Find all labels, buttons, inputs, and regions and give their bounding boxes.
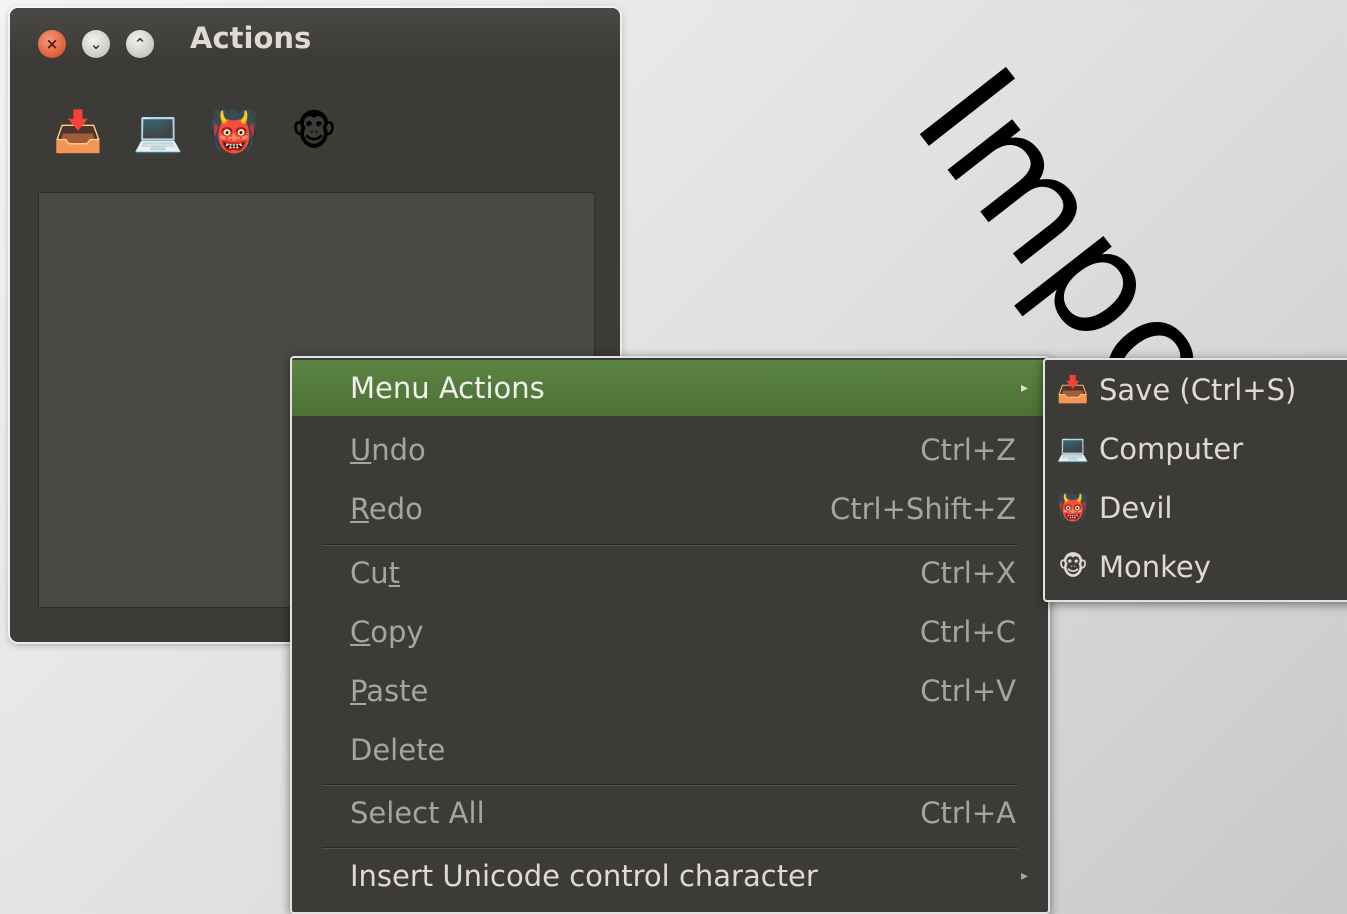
monkey-icon: 🐵	[290, 109, 338, 155]
minimize-button[interactable]: ⌄	[82, 30, 110, 58]
submenu-item-save[interactable]: 📥 Save (Ctrl+S)	[1045, 362, 1347, 418]
toolbar-computer-button[interactable]: 💻	[130, 104, 186, 160]
save-icon: 📥	[53, 109, 103, 155]
close-icon: ×	[45, 35, 59, 53]
menu-item-label: Redo	[350, 492, 423, 526]
menu-item-accelerator: Ctrl+A	[920, 796, 1016, 830]
submenu-item-label: Monkey	[1099, 550, 1211, 584]
submenu-arrow-icon: ▸	[1020, 868, 1028, 884]
menu-item-label: Undo	[350, 433, 426, 467]
submenu-item-computer[interactable]: 💻 Computer	[1045, 421, 1347, 477]
submenu-item-label: Devil	[1099, 491, 1173, 525]
submenu-item-devil[interactable]: 👹 Devil	[1045, 480, 1347, 536]
menu-item-accelerator: Ctrl+Shift+Z	[830, 492, 1016, 526]
menu-item-insert-unicode[interactable]: Insert Unicode control character ▸	[292, 848, 1048, 904]
menu-item-label: Delete	[350, 733, 446, 767]
submenu-item-label: Save (Ctrl+S)	[1099, 373, 1297, 407]
menu-actions-submenu: 📥 Save (Ctrl+S) 💻 Computer 👹 Devil 🐵 Mon…	[1043, 358, 1347, 602]
menu-item-accelerator: Ctrl+C	[919, 615, 1016, 649]
menu-item-cut[interactable]: Cut Ctrl+X	[292, 545, 1048, 601]
window-titlebar[interactable]: × ⌄ ⌃ Actions	[10, 8, 620, 66]
maximize-button[interactable]: ⌃	[126, 30, 154, 58]
toolbar-monkey-button[interactable]: 🐵	[286, 104, 342, 160]
computer-icon: 💻	[133, 109, 183, 155]
context-menu: Menu Actions ▸ Undo Ctrl+Z Redo Ctrl+Shi…	[290, 356, 1050, 914]
menu-item-delete[interactable]: Delete	[292, 722, 1048, 778]
toolbar: 📥 💻 👹 🐵	[10, 104, 620, 164]
maximize-icon: ⌃	[133, 35, 147, 53]
submenu-arrow-icon: ▸	[1020, 380, 1028, 396]
menu-item-label: Cut	[350, 556, 401, 590]
menu-item-undo[interactable]: Undo Ctrl+Z	[292, 422, 1048, 478]
close-button[interactable]: ×	[38, 30, 66, 58]
window-title: Actions	[190, 21, 312, 55]
monkey-icon: 🐵	[1057, 552, 1089, 582]
menu-item-select-all[interactable]: Select All Ctrl+A	[292, 785, 1048, 841]
menu-item-copy[interactable]: Copy Ctrl+C	[292, 604, 1048, 660]
menu-item-label: Copy	[350, 615, 424, 649]
devil-icon: 👹	[1056, 493, 1090, 523]
menu-item-accelerator: Ctrl+X	[920, 556, 1016, 590]
devil-icon: 👹	[209, 109, 259, 155]
menu-item-label: Paste	[350, 674, 429, 708]
menu-item-accelerator: Ctrl+Z	[920, 433, 1016, 467]
submenu-item-monkey[interactable]: 🐵 Monkey	[1045, 539, 1347, 595]
toolbar-devil-button[interactable]: 👹	[206, 104, 262, 160]
menu-item-paste[interactable]: Paste Ctrl+V	[292, 663, 1048, 719]
menu-item-redo[interactable]: Redo Ctrl+Shift+Z	[292, 481, 1048, 537]
menu-item-accelerator: Ctrl+V	[920, 674, 1016, 708]
submenu-item-label: Computer	[1099, 432, 1244, 466]
computer-icon: 💻	[1056, 434, 1090, 464]
menu-item-label: Select All	[350, 796, 485, 830]
toolbar-save-button[interactable]: 📥	[50, 104, 106, 160]
minimize-icon: ⌄	[89, 35, 103, 53]
save-icon: 📥	[1056, 375, 1090, 405]
menu-item-menu-actions[interactable]: Menu Actions ▸	[292, 360, 1048, 416]
menu-item-label: Insert Unicode control character	[350, 859, 818, 893]
